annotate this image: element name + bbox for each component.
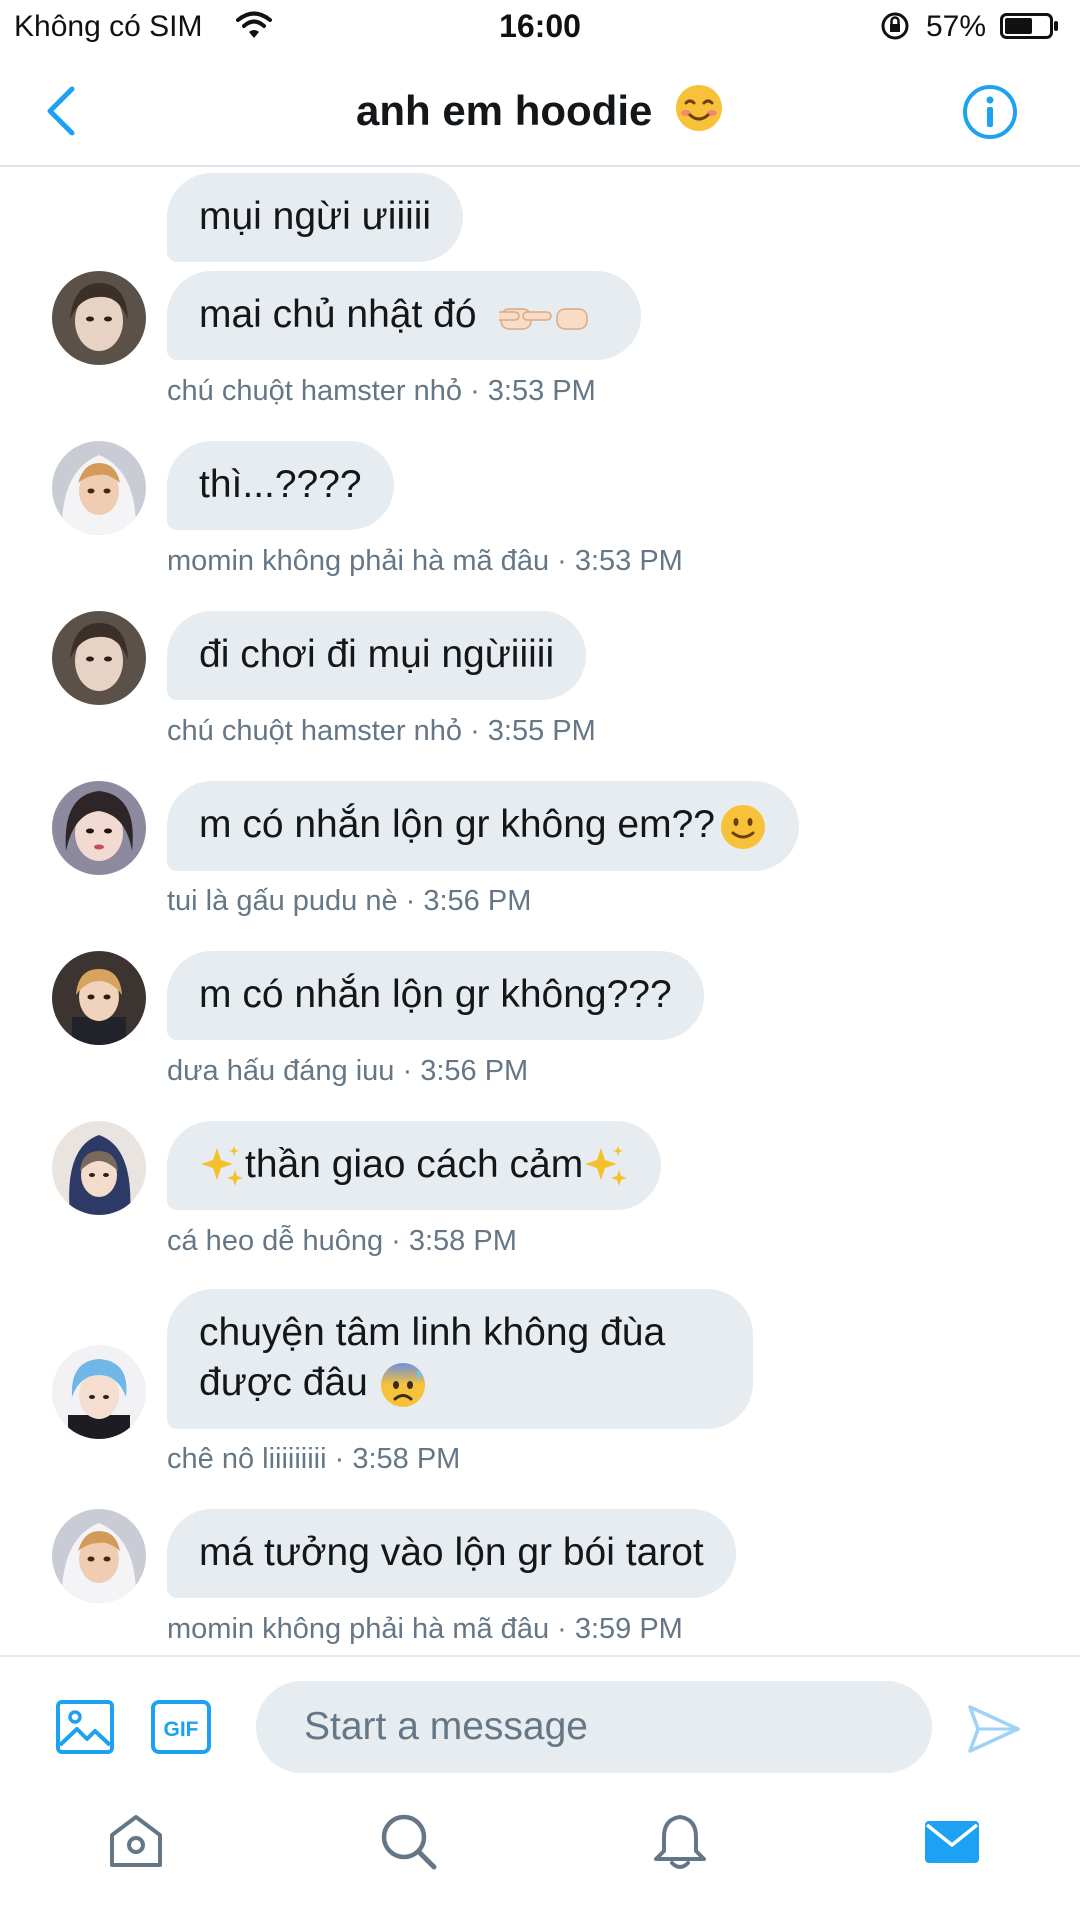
avatar[interactable]	[52, 781, 146, 875]
message-meta: chú chuột hamster nhỏ · 3:53 PM	[167, 375, 596, 407]
image-icon[interactable]	[55, 1699, 115, 1755]
message-meta: momin không phải hà mã đâu · 3:53 PM	[167, 545, 683, 577]
conversation-title-text: anh em hoodie	[355, 87, 653, 134]
message-bubble[interactable]: thần giao cách cảm	[167, 1121, 662, 1210]
message-meta: chê nô liiiiiiiii · 3:58 PM	[167, 1443, 461, 1475]
tab-bar	[0, 1775, 1080, 1920]
message-meta: cá heo dễ huông · 3:58 PM	[167, 1225, 517, 1257]
avatar[interactable]	[52, 1345, 146, 1439]
message-input[interactable]	[256, 1681, 932, 1773]
message-list[interactable]: mụi ngừi ưiiiii mai chủ nhật đó chú chuộ…	[0, 167, 1080, 1655]
smiling-face-emoji	[676, 85, 723, 131]
conversation-title[interactable]: anh em hoodie	[0, 83, 1080, 135]
message-text: thần giao cách cảm	[245, 1143, 584, 1186]
message-bubble[interactable]: chuyện tâm linh không đùa được đâu	[167, 1289, 753, 1429]
message-composer: GIF	[0, 1655, 1080, 1777]
message-text: m có nhắn lộn gr không em??	[199, 803, 715, 846]
message-text: mai chủ nhật đó	[199, 293, 477, 336]
home-icon[interactable]	[106, 1811, 166, 1871]
conversation-header: anh em hoodie	[0, 55, 1080, 167]
messages-icon[interactable]	[922, 1811, 982, 1871]
message-text: chuyện tâm linh không đùa được đâu	[199, 1311, 666, 1404]
message-bubble[interactable]: m có nhắn lộn gr không em??	[167, 781, 799, 871]
message-meta: dưa hấu đáng iuu · 3:56 PM	[167, 1055, 529, 1087]
message-bubble[interactable]: má tưởng vào lộn gr bói tarot	[167, 1509, 736, 1598]
notifications-icon[interactable]	[650, 1811, 710, 1871]
message-bubble[interactable]: đi chơi đi mụi ngừiiiii	[167, 611, 587, 700]
avatar[interactable]	[52, 271, 146, 365]
status-bar: Không có SIM 16:00 57%	[0, 0, 1080, 55]
message-meta: tui là gấu pudu nè · 3:56 PM	[167, 885, 532, 917]
message-text: má tưởng vào lộn gr bói tarot	[199, 1531, 704, 1574]
slightly-smiling-emoji	[721, 804, 765, 849]
message-bubble[interactable]: thì...????	[167, 441, 394, 530]
avatar[interactable]	[52, 1509, 146, 1603]
info-icon[interactable]	[962, 84, 1018, 140]
gif-icon: GIF	[151, 1700, 211, 1754]
message-meta: momin không phải hà mã đâu · 3:59 PM	[167, 1613, 683, 1645]
message-text: đi chơi đi mụi ngừiiiii	[199, 633, 555, 676]
sparkles-emoji	[585, 1145, 628, 1186]
message-bubble[interactable]: mai chủ nhật đó	[167, 271, 642, 360]
search-icon[interactable]	[378, 1811, 438, 1871]
send-icon[interactable]	[966, 1701, 1022, 1757]
battery-percent: 57%	[926, 10, 987, 43]
message-text: thì...????	[199, 463, 362, 506]
message-text: m có nhắn lộn gr không???	[199, 973, 672, 1016]
message-meta: chú chuột hamster nhỏ · 3:55 PM	[167, 715, 596, 747]
gif-button[interactable]: GIF	[150, 1699, 212, 1755]
anxious-sweat-emoji	[380, 1362, 425, 1407]
clock: 16:00	[499, 8, 581, 44]
avatar[interactable]	[52, 441, 146, 535]
avatar[interactable]	[52, 1121, 146, 1215]
message-text: mụi ngừi ưiiiii	[199, 195, 432, 238]
message-bubble[interactable]: m có nhắn lộn gr không???	[167, 951, 704, 1040]
gif-label: GIF	[164, 1718, 199, 1741]
pointing-fingers-emoji	[499, 307, 589, 330]
avatar[interactable]	[52, 611, 146, 705]
battery-icon	[1000, 13, 1058, 39]
avatar[interactable]	[52, 951, 146, 1045]
sparkles-emoji	[201, 1145, 243, 1186]
message-bubble[interactable]: mụi ngừi ưiiiii	[167, 173, 464, 262]
orientation-lock-icon	[881, 12, 909, 40]
